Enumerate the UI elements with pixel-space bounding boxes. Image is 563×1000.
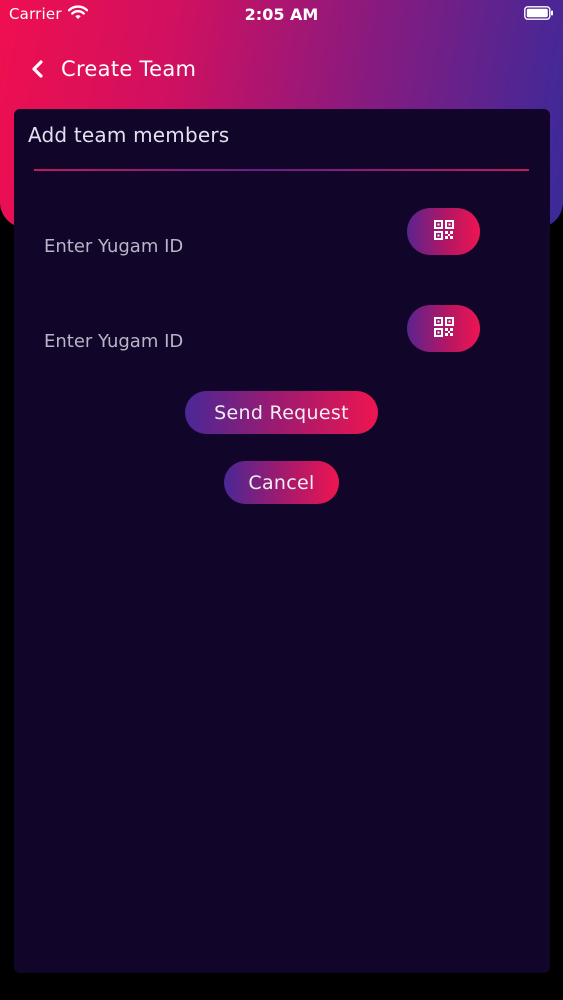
cancel-button[interactable]: Cancel <box>224 461 339 504</box>
send-request-button[interactable]: Send Request <box>185 391 378 434</box>
status-time: 2:05 AM <box>244 5 319 24</box>
qr-code-icon <box>433 317 454 340</box>
add-members-card: Add team members Enter Yugam ID Enter Yu… <box>14 109 550 973</box>
navigation-bar: Create Team <box>0 52 563 86</box>
create-team-screen: Carrier 2:05 AM Create Team Add team mem… <box>0 0 563 1000</box>
chevron-left-icon <box>30 59 46 79</box>
yugam-id-input-1[interactable] <box>44 231 374 261</box>
scan-qr-button-1[interactable] <box>407 208 480 255</box>
card-title: Add team members <box>28 123 230 147</box>
scan-qr-button-2[interactable] <box>407 305 480 352</box>
back-button[interactable]: Create Team <box>30 52 196 86</box>
member-row-1 <box>14 208 550 268</box>
member-row-2 <box>14 305 550 365</box>
battery-icon <box>524 6 554 20</box>
yugam-id-input-2[interactable] <box>44 326 374 356</box>
qr-code-icon <box>433 220 454 243</box>
page-title: Create Team <box>61 57 197 81</box>
status-bar: Carrier 2:05 AM <box>0 0 563 30</box>
title-divider <box>34 169 529 171</box>
